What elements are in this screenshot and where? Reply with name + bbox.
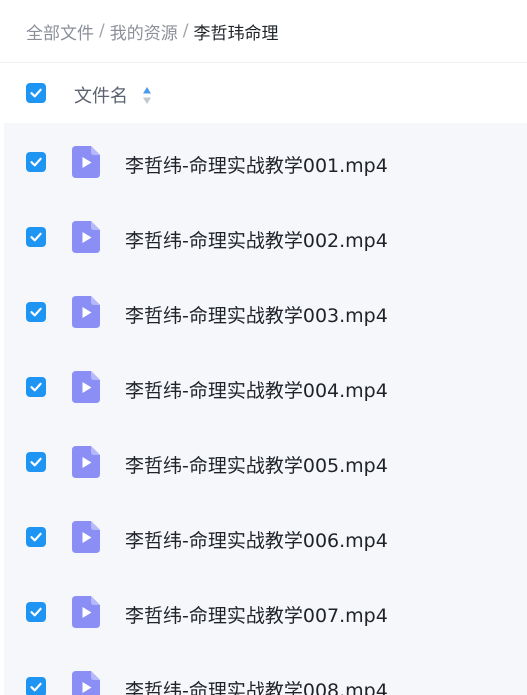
checkmark-icon (30, 88, 42, 98)
checkmark-icon (30, 607, 42, 617)
file-row-checkbox[interactable] (26, 602, 46, 622)
breadcrumb: 全部文件 / 我的资源 / 李哲玮命理 (0, 0, 527, 62)
file-row[interactable]: 李哲纬-命理实战教学001.mp4 (4, 123, 527, 198)
file-list-header: 文件名 (0, 63, 527, 123)
file-row-checkbox[interactable] (26, 302, 46, 322)
file-name[interactable]: 李哲纬-命理实战教学004.mp4 (125, 376, 388, 403)
file-name[interactable]: 李哲纬-命理实战教学002.mp4 (125, 226, 388, 253)
checkmark-icon (30, 532, 42, 542)
video-file-icon (72, 446, 100, 478)
file-row[interactable]: 李哲纬-命理实战教学005.mp4 (4, 423, 527, 498)
video-file-icon (72, 521, 100, 553)
file-row[interactable]: 李哲纬-命理实战教学006.mp4 (4, 498, 527, 573)
breadcrumb-item-all-files[interactable]: 全部文件 (26, 19, 94, 44)
sort-icon[interactable] (142, 86, 152, 105)
checkmark-icon (30, 157, 42, 167)
breadcrumb-item-my-resources[interactable]: 我的资源 (110, 19, 178, 44)
file-row-checkbox[interactable] (26, 227, 46, 247)
checkmark-icon (30, 682, 42, 692)
file-row[interactable]: 李哲纬-命理实战教学008.mp4 (4, 648, 527, 695)
file-row[interactable]: 李哲纬-命理实战教学004.mp4 (4, 348, 527, 423)
file-row[interactable]: 李哲纬-命理实战教学007.mp4 (4, 573, 527, 648)
checkmark-icon (30, 307, 42, 317)
file-row-checkbox[interactable] (26, 527, 46, 547)
file-row-checkbox[interactable] (26, 377, 46, 397)
file-row[interactable]: 李哲纬-命理实战教学002.mp4 (4, 198, 527, 273)
file-name[interactable]: 李哲纬-命理实战教学003.mp4 (125, 301, 388, 328)
file-name[interactable]: 李哲纬-命理实战教学007.mp4 (125, 601, 388, 628)
checkmark-icon (30, 382, 42, 392)
column-header-filename[interactable]: 文件名 (74, 82, 152, 108)
file-name[interactable]: 李哲纬-命理实战教学005.mp4 (125, 451, 388, 478)
file-name[interactable]: 李哲纬-命理实战教学008.mp4 (125, 676, 388, 695)
file-row-checkbox[interactable] (26, 452, 46, 472)
video-file-icon (72, 146, 100, 178)
file-row-checkbox[interactable] (26, 152, 46, 172)
file-name[interactable]: 李哲纬-命理实战教学006.mp4 (125, 526, 388, 553)
breadcrumb-current-folder: 李哲玮命理 (193, 23, 279, 44)
checkmark-icon (30, 232, 42, 242)
breadcrumb-separator: / (182, 21, 189, 41)
video-file-icon (72, 371, 100, 403)
video-file-icon (72, 596, 100, 628)
checkmark-icon (30, 457, 42, 467)
file-name[interactable]: 李哲纬-命理实战教学001.mp4 (125, 151, 388, 178)
file-row[interactable]: 李哲纬-命理实战教学003.mp4 (4, 273, 527, 348)
file-list: 李哲纬-命理实战教学001.mp4 李哲纬-命理实战教学002.mp4 李哲纬-命理… (4, 123, 527, 695)
select-all-checkbox[interactable] (26, 83, 46, 103)
breadcrumb-separator: / (99, 21, 105, 41)
video-file-icon (72, 296, 100, 328)
sort-arrows-icon (143, 86, 151, 104)
file-browser: 全部文件 / 我的资源 / 李哲玮命理 文件名 李哲纬-命理实战教学001.mp… (0, 0, 527, 695)
column-header-label: 文件名 (74, 86, 128, 107)
video-file-icon (72, 671, 100, 695)
file-row-checkbox[interactable] (26, 677, 46, 695)
video-file-icon (72, 221, 100, 253)
